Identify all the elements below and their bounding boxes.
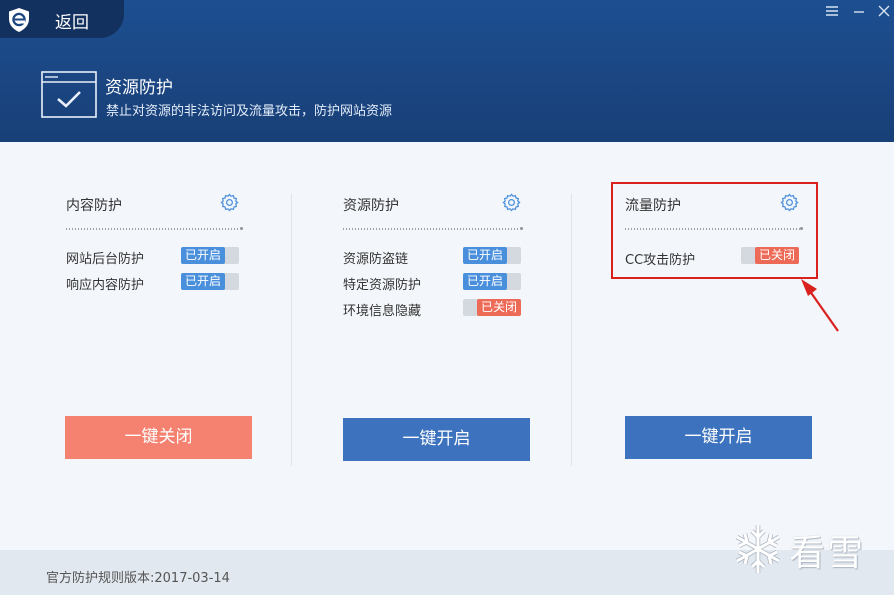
annotation-arrow-icon xyxy=(801,279,839,332)
item-label: 响应内容防护 xyxy=(66,278,145,293)
page-subtitle: 禁止对资源的非法访问及流量攻击，防护网站资源 xyxy=(106,104,393,119)
toggle-state: 已开启 xyxy=(463,247,507,264)
toggle-state: 已开启 xyxy=(463,273,507,290)
dotted-separator xyxy=(66,228,240,230)
panel-title: 内容防护 xyxy=(66,198,122,214)
header: 返回 资源防护 禁止对资源的非法访问及流量攻击，防护网站资源 xyxy=(0,0,894,142)
menu-icon[interactable] xyxy=(823,4,841,22)
watermark-text: 看雪 xyxy=(789,533,866,574)
item-label: 资源防盗链 xyxy=(343,252,409,267)
back-button[interactable]: 返回 xyxy=(0,0,124,38)
item-label: 环境信息隐藏 xyxy=(343,304,422,319)
separator-end xyxy=(520,227,523,230)
item-label: 网站后台防护 xyxy=(66,252,145,267)
close-icon[interactable] xyxy=(875,4,893,22)
enable-all-button[interactable]: 一键开启 xyxy=(625,416,812,459)
column-divider xyxy=(571,194,572,466)
highlight-box xyxy=(611,182,818,279)
minimize-icon[interactable] xyxy=(850,4,868,22)
separator-end xyxy=(240,227,243,230)
enable-all-button[interactable]: 一键开启 xyxy=(343,418,530,461)
toggle-state: 已开启 xyxy=(181,273,225,290)
toggle-switch[interactable]: 已开启 xyxy=(181,273,239,290)
page-title: 资源防护 xyxy=(105,78,173,98)
item-label: 特定资源防护 xyxy=(343,278,422,293)
back-label: 返回 xyxy=(55,13,89,33)
gear-icon[interactable] xyxy=(502,193,521,212)
shield-logo-icon xyxy=(9,8,29,32)
column-divider xyxy=(291,194,292,466)
toggle-state: 已关闭 xyxy=(477,299,521,316)
toggle-switch[interactable]: 已开启 xyxy=(181,247,239,264)
toggle-switch[interactable]: 已开启 xyxy=(463,273,521,290)
toggle-state: 已开启 xyxy=(181,247,225,264)
dotted-separator xyxy=(343,228,520,230)
rule-version: 官方防护规则版本:2017-03-14 xyxy=(46,571,230,586)
close-all-button[interactable]: 一键关闭 xyxy=(65,416,252,459)
browser-check-icon xyxy=(41,71,97,118)
gear-icon[interactable] xyxy=(220,193,239,212)
toggle-switch[interactable]: 已开启 xyxy=(463,247,521,264)
toggle-switch[interactable]: 已关闭 xyxy=(463,299,521,316)
panel-title: 资源防护 xyxy=(343,198,399,214)
